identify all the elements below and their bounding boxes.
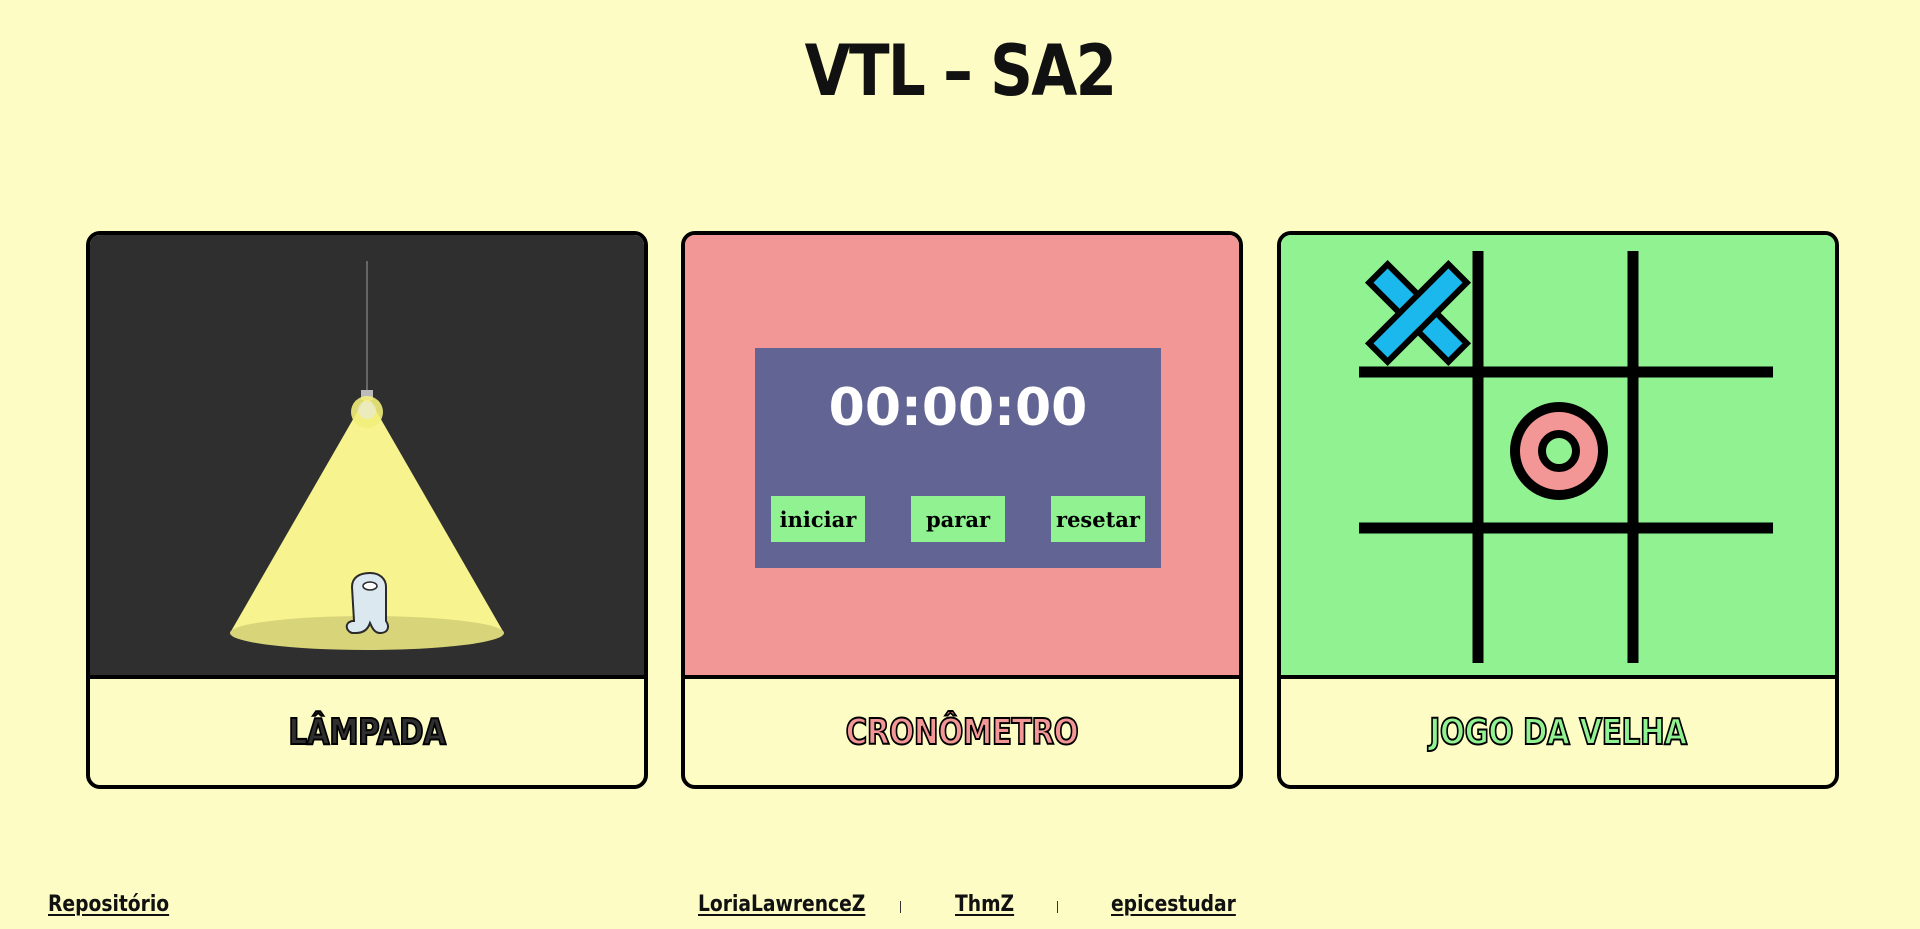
tic-tac-toe-preview	[1281, 235, 1835, 679]
lamp-scene-illustration	[230, 261, 504, 650]
card-label-tic-tac-toe: JOGO DA VELHA	[1429, 711, 1688, 754]
reset-button[interactable]: resetar	[1051, 496, 1145, 542]
card-label-lamp: LÂMPADA	[288, 711, 447, 754]
stopwatch-preview: 00:00:00 iniciar parar resetar	[685, 235, 1239, 679]
author-link-1[interactable]: LoriaLawrenceZ	[698, 892, 865, 917]
separator	[900, 901, 901, 913]
card-lamp[interactable]: LÂMPADA	[86, 231, 648, 789]
o-mark-icon	[1510, 402, 1608, 500]
author-link-2[interactable]: ThmZ	[955, 892, 1014, 917]
stopwatch-panel: 00:00:00 iniciar parar resetar	[755, 348, 1161, 568]
lamp-preview	[90, 235, 644, 679]
footer: Repositório LoriaLawrenceZ ThmZ epicestu…	[0, 892, 1920, 922]
tic-tac-toe-board	[1359, 251, 1773, 663]
stop-button[interactable]: parar	[911, 496, 1005, 542]
start-button[interactable]: iniciar	[771, 496, 865, 542]
card-tic-tac-toe[interactable]: JOGO DA VELHA	[1277, 231, 1839, 789]
card-stopwatch[interactable]: 00:00:00 iniciar parar resetar CRONÔMETR…	[681, 231, 1243, 789]
page-title: VTL – SA2	[804, 30, 1117, 112]
author-link-3[interactable]: epicestudar	[1111, 892, 1236, 917]
project-cards: LÂMPADA 00:00:00 iniciar parar resetar C…	[86, 231, 1839, 789]
ghost-character-icon	[345, 571, 389, 635]
stopwatch-time: 00:00:00	[828, 378, 1088, 438]
separator	[1057, 901, 1058, 913]
repository-link[interactable]: Repositório	[48, 892, 169, 917]
card-label-stopwatch: CRONÔMETRO	[845, 711, 1080, 754]
